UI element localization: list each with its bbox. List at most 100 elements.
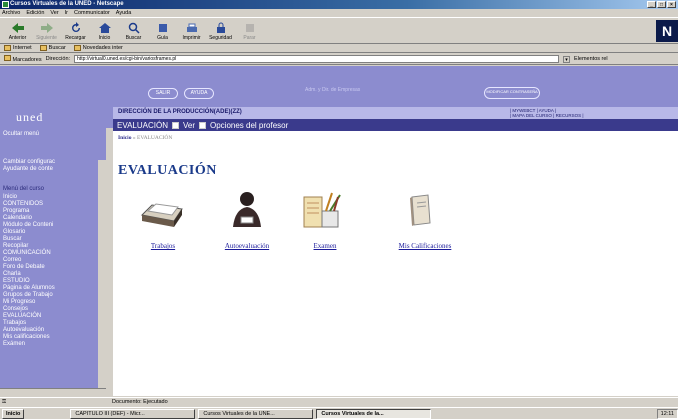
home-button[interactable]: Inicio — [90, 18, 119, 44]
sidebar-item-modulo[interactable]: Módulo de Conteni — [3, 222, 53, 229]
guide-button[interactable]: Guía — [148, 18, 177, 44]
sidebar-item-foro[interactable]: Foro de Debate — [3, 264, 45, 271]
back-arrow-icon — [11, 22, 24, 33]
menu-bar: Archivo Edición Ver Ir Communicator Ayud… — [0, 9, 678, 17]
sidebar-item-autoevaluacion[interactable]: Autoevaluación — [3, 327, 44, 334]
sidebar-item-correo[interactable]: Correo — [3, 257, 21, 264]
header-links-line2[interactable]: | MAPA DEL CURSO | RECURSOS | — [510, 113, 584, 118]
bookmark-folder-icon — [73, 45, 81, 51]
title-bar: Cursos Virtuales de la UNED - Netscape _… — [0, 0, 678, 9]
gradebook-icon — [410, 194, 431, 226]
hide-menu-link[interactable]: Ocultar menú — [3, 131, 39, 138]
security-label: Seguridad — [209, 34, 232, 41]
sidebar-item-calendario[interactable]: Calendario — [3, 215, 32, 222]
reload-label: Recargar — [65, 34, 86, 41]
task-browser-2[interactable]: Cursos Virtuales de la... — [316, 408, 432, 419]
sidebar-item-calificaciones[interactable]: Mis calificaciones — [3, 334, 50, 341]
menu-ver[interactable]: Ver — [50, 9, 58, 17]
sidebar-item-evaluacion[interactable]: EVALUACIÓN — [3, 313, 41, 320]
personal-novedades-button[interactable]: Novedades inter — [73, 44, 123, 52]
bookmarks-icon — [4, 55, 11, 61]
security-icon — [216, 22, 225, 33]
salir-button[interactable]: SALIR — [148, 88, 178, 99]
personal-novedades-label: Novedades inter — [82, 44, 123, 51]
header-links: | MYWEBCT | AYUDA | | MAPA DEL CURSO | R… — [510, 108, 584, 118]
personal-internet-button[interactable]: Internet — [4, 44, 32, 52]
content-assistant-link[interactable]: Ayudante de conte — [3, 166, 53, 173]
bookmark-folder-icon — [39, 45, 47, 51]
course-banner: SALIR AYUDA Adm. y Dir. de Empresas MODI… — [0, 66, 678, 107]
sidebar-item-glosario[interactable]: Glosario — [3, 229, 25, 236]
breadcrumb-current: EVALUACIÓN — [136, 135, 173, 141]
sidebar-item-consejos[interactable]: Consejos — [3, 306, 28, 313]
window-controls: _ □ × — [647, 1, 676, 8]
print-icon — [186, 23, 197, 32]
related-items-button[interactable]: Elementos rel — [574, 56, 608, 62]
sidebar-item-buscar[interactable]: Buscar — [3, 236, 22, 243]
window-title: Cursos Virtuales de la UNED - Netscape — [10, 1, 124, 7]
address-dropdown-button[interactable]: ▾ — [563, 55, 571, 63]
home-label: Inicio — [98, 34, 111, 41]
autoevaluacion-link[interactable]: Autoevaluación — [212, 242, 282, 250]
bookmarks-button[interactable]: Marcadores — [4, 55, 42, 63]
location-bar: Marcadores Dirección: http://virtual0.un… — [0, 54, 678, 65]
address-label: Dirección: — [45, 56, 71, 62]
sidebar-item-pagina-alumnos[interactable]: Página de Alumnos — [3, 285, 55, 292]
forward-label: Siguiente — [36, 34, 57, 41]
back-button[interactable]: Anterior — [3, 18, 32, 44]
status-text: Documento: Ejecutado — [112, 399, 168, 405]
taskbar: Inicio CAPITULO III (DEF) - Micr... Curs… — [0, 407, 678, 419]
sidebar-item-trabajos[interactable]: Trabajos — [3, 320, 26, 327]
change-password-button[interactable]: MODIFICAR CONTRASEÑA — [484, 87, 540, 99]
sidebar-item-examen[interactable]: Exámen — [3, 341, 25, 348]
sidebar-item-programa[interactable]: Programa — [3, 208, 29, 215]
stop-button[interactable]: Parar — [235, 18, 264, 44]
course-title: DIRECCIÓN DE LA PRODUCCIÓN(ADE)(ZZ) — [118, 109, 242, 115]
status-bar: ⚿ Documento: Ejecutado — [0, 397, 678, 406]
task-word-document[interactable]: CAPITULO III (DEF) - Micr... — [70, 408, 196, 419]
stop-label: Parar — [243, 34, 256, 41]
maximize-button[interactable]: □ — [657, 1, 666, 8]
sidebar-horizontal-scrollbar[interactable] — [0, 388, 106, 397]
menu-archivo[interactable]: Archivo — [2, 9, 20, 17]
trabajos-link[interactable]: Trabajos — [128, 242, 198, 250]
sidebar-item-comunicacion[interactable]: COMUNICACIÓN — [3, 250, 51, 257]
person-icon — [233, 192, 261, 227]
change-config-link[interactable]: Cambiar configurac — [3, 159, 55, 166]
menu-edicion[interactable]: Edición — [26, 9, 44, 17]
print-label: Imprimir — [182, 34, 201, 41]
security-button[interactable]: Seguridad — [206, 18, 235, 44]
close-button[interactable]: × — [667, 1, 676, 8]
sidebar-item-inicio[interactable]: Inicio — [3, 194, 17, 201]
options-icon — [199, 121, 206, 129]
teacher-options-link[interactable]: Opciones del profesor — [210, 121, 288, 130]
sidebar-item-contenidos[interactable]: CONTENIDOS — [3, 201, 43, 208]
search-button[interactable]: Buscar — [119, 18, 148, 44]
sidebar-item-charla[interactable]: Charla — [3, 271, 21, 278]
start-button[interactable]: Inicio — [2, 408, 25, 419]
sidebar-item-estudio[interactable]: ESTUDIO — [3, 278, 30, 285]
minimize-button[interactable]: _ — [647, 1, 656, 8]
menu-ayuda[interactable]: Ayuda — [116, 9, 132, 17]
task-browser-1[interactable]: Cursos Virtuales de la UNE... — [198, 408, 314, 419]
menu-ir[interactable]: Ir — [65, 9, 68, 17]
sidebar-item-progreso[interactable]: Mi Progreso — [3, 299, 35, 306]
menu-communicator[interactable]: Communicator — [74, 9, 110, 17]
view-link[interactable]: Ver — [183, 121, 195, 130]
sidebar-vertical-scrollbar[interactable] — [98, 160, 106, 388]
breadcrumb-home-link[interactable]: Inicio — [118, 135, 131, 141]
examen-link[interactable]: Examen — [290, 242, 360, 250]
home-icon — [98, 22, 111, 33]
personal-buscar-button[interactable]: Buscar — [39, 44, 66, 52]
navigation-toolbar: Anterior Siguiente Recargar Inicio Busca… — [0, 17, 678, 44]
ayuda-button[interactable]: AYUDA — [184, 88, 214, 99]
personal-internet-label: Internet — [13, 44, 32, 51]
calificaciones-link[interactable]: Mis Calificaciones — [380, 242, 470, 250]
reload-button[interactable]: Recargar — [61, 18, 90, 44]
sidebar-item-recopilar[interactable]: Recopilar — [3, 243, 28, 250]
uned-logo: uned — [16, 110, 44, 124]
forward-button[interactable]: Siguiente — [32, 18, 61, 44]
address-input[interactable]: http://virtual0.uned.es/cgi-bin/variosfr… — [74, 55, 560, 63]
sidebar-item-grupos[interactable]: Grupos de Trabajo — [3, 292, 53, 299]
print-button[interactable]: Imprimir — [177, 18, 206, 44]
